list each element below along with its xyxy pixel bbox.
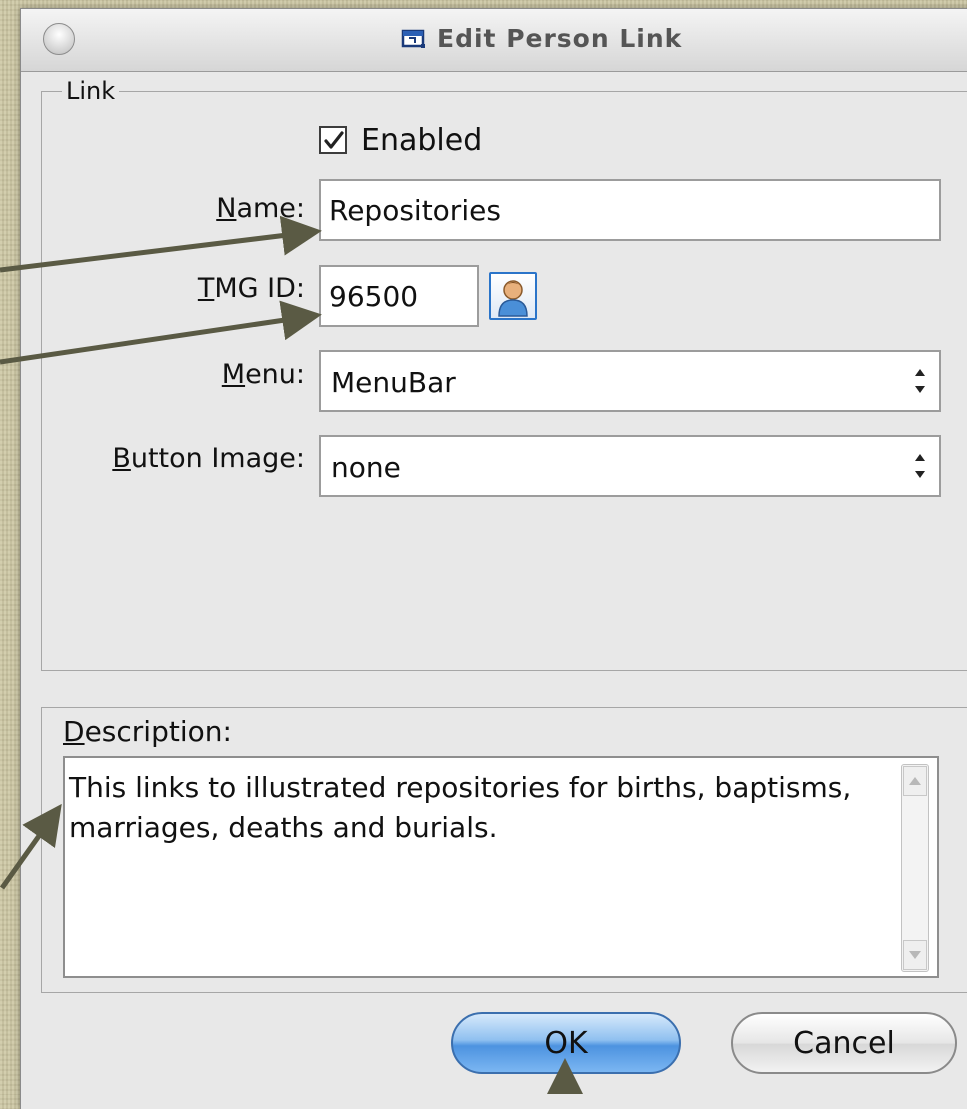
person-icon [498,280,528,317]
enabled-label[interactable]: Enabled [361,123,482,158]
cancel-button[interactable]: Cancel [731,1012,957,1074]
button-image-select-value: none [331,451,401,484]
window-title: Edit Person Link [401,24,682,53]
tmg-id-field[interactable]: 96500 [319,265,479,327]
description-label: Description: [63,715,232,748]
description-scrollbar[interactable] [901,764,929,972]
button-image-select[interactable]: none [319,435,941,497]
enabled-checkbox[interactable] [319,126,347,154]
name-label: Name: [216,193,305,224]
button-image-label: Button Image: [112,443,305,474]
flag-window-icon [401,27,427,51]
tmg-id-field-value: 96500 [329,279,419,313]
menu-select-value: MenuBar [331,366,456,399]
up-down-chevron-icon [915,454,925,478]
scroll-down-button[interactable] [903,940,927,970]
menu-label: Menu: [221,359,305,390]
scroll-up-button[interactable] [903,766,927,796]
ok-button[interactable]: OK [451,1012,681,1074]
link-group-legend: Link [66,77,116,105]
name-field-value: Repositories [329,193,501,227]
checkmark-icon [324,131,344,149]
scroll-up-icon [909,777,921,785]
window-control-button[interactable] [43,23,75,55]
description-text: This links to illustrated repositories f… [69,771,852,844]
edit-person-link-dialog: Edit Person Link Link Enabled Name: Repo… [20,8,967,1109]
menu-select[interactable]: MenuBar [319,350,941,412]
window-title-text: Edit Person Link [437,24,683,53]
up-down-chevron-icon [915,369,925,393]
title-bar[interactable]: Edit Person Link [21,9,967,72]
scroll-down-icon [909,951,921,959]
tmg-id-label: TMG ID: [197,273,305,304]
select-person-button[interactable] [489,272,537,320]
description-textarea[interactable]: This links to illustrated repositories f… [63,756,939,978]
name-field[interactable]: Repositories [319,179,941,241]
